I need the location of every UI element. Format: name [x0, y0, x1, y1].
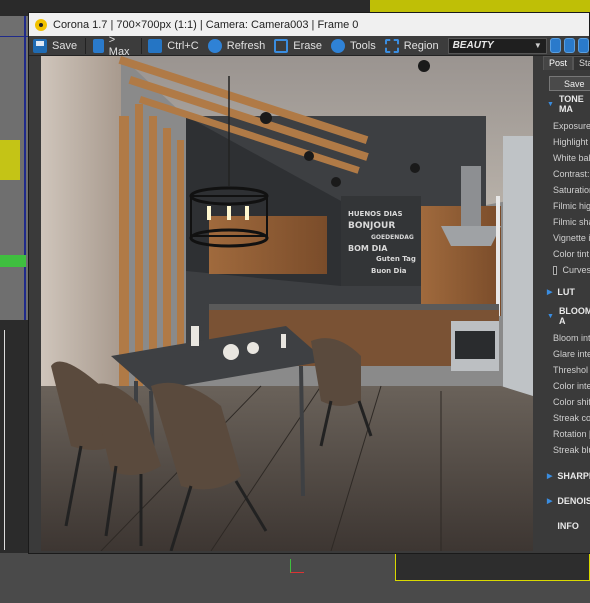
- param-saturation[interactable]: Saturation: [543, 182, 590, 198]
- panel-tabs: Post Sta: [543, 56, 590, 70]
- max-icon: [92, 38, 104, 53]
- section-tone-mapping[interactable]: ▼ TONE MA: [543, 94, 590, 114]
- param-filmic-shadows[interactable]: Filmic sha: [543, 214, 590, 230]
- expand-right-icon: ▶: [547, 473, 553, 480]
- section-lut[interactable]: ▶ LUT: [543, 284, 590, 300]
- param-filmic-highlights[interactable]: Filmic hig: [543, 198, 590, 214]
- param-vignette[interactable]: Vignette i: [543, 230, 590, 246]
- render-image[interactable]: HUENOS DIAS BONJOUR GOEDENDAG BOM DIA Gu…: [41, 56, 533, 551]
- param-streak-blur[interactable]: Streak blu: [543, 442, 590, 458]
- tab-post[interactable]: Post: [543, 56, 574, 70]
- tools-label: Tools: [350, 39, 376, 52]
- region-label: Region: [403, 39, 439, 52]
- chalk-text-3: GOEDENDAG: [371, 234, 414, 241]
- expand-right-icon: ▶: [547, 498, 553, 505]
- render-pass-dropdown[interactable]: BEAUTY ▼: [447, 37, 547, 54]
- expand-down-icon: ▼: [547, 100, 554, 108]
- viewport-bottom: [0, 553, 590, 603]
- section-title: SHARPEN: [557, 471, 590, 481]
- section-title: LUT: [557, 287, 575, 297]
- section-title: DENOISE: [557, 496, 590, 506]
- section-title: TONE MA: [558, 94, 584, 114]
- chalk-text-1: HUENOS DIAS: [348, 210, 403, 218]
- zoom-in-icon[interactable]: [549, 38, 561, 53]
- param-streak-count[interactable]: Streak co: [543, 410, 590, 426]
- param-contrast[interactable]: Contrast:: [543, 166, 590, 182]
- param-white-balance[interactable]: White bal: [543, 150, 590, 166]
- save-label: Save: [52, 39, 78, 52]
- save-icon: [33, 38, 47, 53]
- post-settings-panel: Post Sta Save ▼ TONE MA Exposure Highlig…: [543, 56, 590, 553]
- send-to-max-button[interactable]: > Max: [89, 33, 137, 58]
- chalk-text-4: BOM DIA: [348, 244, 388, 253]
- kitchen-render: HUENOS DIAS BONJOUR GOEDENDAG BOM DIA Gu…: [41, 56, 533, 551]
- param-exposure[interactable]: Exposure: [543, 118, 590, 134]
- save-button[interactable]: Save: [29, 37, 81, 55]
- erase-icon: [274, 38, 289, 53]
- erase-button[interactable]: Erase: [270, 37, 326, 55]
- region-icon: [384, 38, 399, 53]
- param-rotation[interactable]: Rotation [: [543, 426, 590, 442]
- curves-toggle[interactable]: Curves: [543, 262, 590, 278]
- refresh-button[interactable]: Refresh: [204, 37, 270, 55]
- gear-icon: [331, 38, 346, 53]
- pass-selected-value: BEAUTY: [452, 40, 494, 51]
- section-title: BLOOM A: [558, 306, 590, 326]
- erase-label: Erase: [293, 39, 323, 52]
- viewport-line: [0, 36, 30, 37]
- expand-right-icon: ▶: [547, 289, 553, 296]
- refresh-label: Refresh: [226, 39, 266, 52]
- section-sharpen[interactable]: ▶ SHARPEN: [543, 468, 590, 484]
- panel-save-button[interactable]: Save: [549, 76, 590, 91]
- viewport-object: [370, 0, 590, 12]
- region-button[interactable]: Region: [381, 37, 443, 55]
- chalk-text-6: Buon Dia: [371, 267, 407, 275]
- curves-checkbox[interactable]: [553, 265, 558, 275]
- expand-down-icon: ▼: [547, 312, 554, 320]
- param-color-shift[interactable]: Color shif: [543, 394, 590, 410]
- param-bloom-intensity[interactable]: Bloom int: [543, 330, 590, 346]
- desktop: Corona 1.7 | 700×700px (1:1) | Camera: C…: [0, 0, 590, 603]
- section-title: INFO: [557, 521, 579, 531]
- section-info[interactable]: ▶ INFO: [543, 518, 590, 534]
- curves-label: Curves: [562, 265, 590, 275]
- viewport-object: [0, 140, 20, 180]
- copy-button[interactable]: Ctrl+C: [144, 37, 202, 55]
- zoom-fit-icon[interactable]: [577, 38, 590, 53]
- param-highlight[interactable]: Highlight: [543, 134, 590, 150]
- copy-icon: [148, 38, 163, 53]
- corona-logo-icon: [35, 18, 47, 31]
- tab-stats[interactable]: Sta: [573, 56, 590, 70]
- corona-vfb-window: Corona 1.7 | 700×700px (1:1) | Camera: C…: [28, 12, 590, 554]
- tools-button[interactable]: Tools: [327, 37, 380, 55]
- chalk-text-2: BONJOUR: [348, 221, 395, 231]
- window-title: Corona 1.7 | 700×700px (1:1) | Camera: C…: [53, 18, 359, 31]
- zoom-out-icon[interactable]: [563, 38, 575, 53]
- viewport-line: [4, 330, 5, 550]
- param-color-intensity[interactable]: Color inte: [543, 378, 590, 394]
- param-color-tint[interactable]: Color tint: [543, 246, 590, 262]
- vfb-toolbar: Save > Max Ctrl+C Refresh Erase Tools Re…: [29, 33, 590, 58]
- toolbar-divider: [140, 37, 142, 54]
- chalk-text-5: Guten Tag: [376, 255, 416, 263]
- viewport-object: [0, 255, 26, 267]
- section-denoise[interactable]: ▶ DENOISE: [543, 493, 590, 509]
- refresh-icon: [207, 38, 222, 53]
- toolbar-divider: [85, 37, 86, 54]
- chevron-down-icon: ▼: [533, 41, 542, 50]
- copy-label: Ctrl+C: [167, 39, 199, 52]
- max-label: > Max: [108, 33, 130, 58]
- section-bloom-glare[interactable]: ▼ BLOOM A: [543, 306, 590, 326]
- param-threshold[interactable]: Threshol: [543, 362, 590, 378]
- param-glare-intensity[interactable]: Glare inte: [543, 346, 590, 362]
